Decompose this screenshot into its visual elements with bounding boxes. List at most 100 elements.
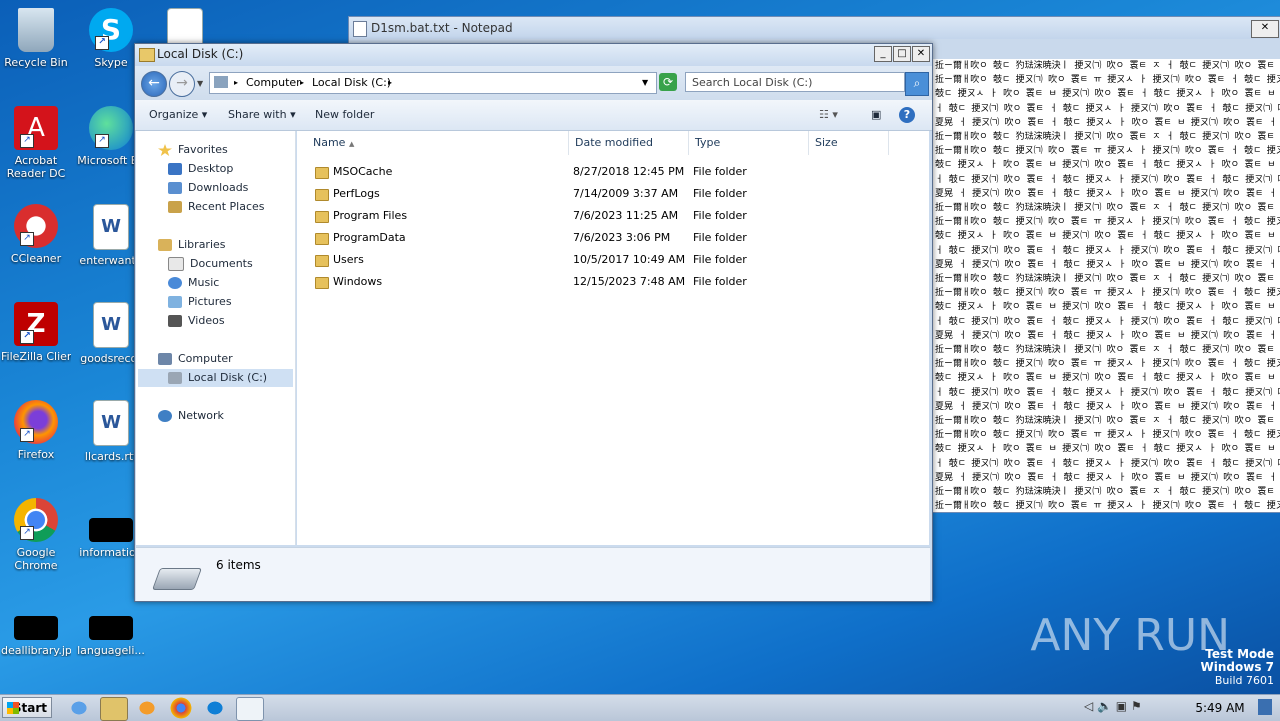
nav-music[interactable]: Music: [168, 274, 219, 292]
table-row[interactable]: MSOCache 8/27/2018 12:45 PM File folder: [297, 161, 897, 183]
table-row[interactable]: PerfLogs 7/14/2009 3:37 AM File folder: [297, 183, 897, 205]
minimize-button[interactable]: _: [874, 46, 892, 62]
close-button[interactable]: ✕: [912, 46, 930, 62]
chrome-taskbar-icon[interactable]: [168, 697, 194, 719]
preview-pane-icon[interactable]: ▣: [871, 100, 881, 130]
organize-button[interactable]: Organize ▾: [149, 100, 207, 130]
search-input[interactable]: Search Local Disk (C:): [685, 72, 905, 92]
drive-icon: [168, 372, 182, 384]
music-icon: [168, 277, 182, 289]
explorer-taskbar-icon[interactable]: [100, 697, 128, 721]
recent-places-icon: [168, 201, 182, 213]
column-header-size[interactable]: Size: [809, 131, 889, 155]
cell-name: PerfLogs: [333, 187, 380, 200]
desktop-icon-chrome[interactable]: ↗ Google Chrome: [1, 498, 71, 572]
cell-name: ProgramData: [333, 231, 406, 244]
back-button[interactable]: ←: [141, 71, 167, 97]
notepad-taskbar-icon[interactable]: [236, 697, 264, 721]
ie-taskbar-icon[interactable]: [66, 697, 92, 719]
cell-type: File folder: [693, 165, 747, 178]
folder-icon: [315, 277, 329, 289]
command-bar: Organize ▾ Share with ▾ New folder ☷ ▾ ▣…: [135, 100, 932, 131]
explorer-window[interactable]: Local Disk (C:) _ □ ✕ ← → ▼ ▸ Computer ▸…: [134, 43, 933, 602]
table-row[interactable]: Program Files 7/6/2023 11:25 AM File folde…: [297, 205, 897, 227]
folder-icon: [315, 211, 329, 223]
address-dropdown-icon[interactable]: ▼: [642, 73, 648, 93]
explorer-titlebar[interactable]: Local Disk (C:) _ □ ✕: [135, 44, 932, 66]
desktop-icon: [168, 163, 182, 175]
desktop-icon-languageli[interactable]: languageli...: [76, 596, 146, 657]
column-header-name[interactable]: Name ▲: [297, 131, 569, 155]
breadcrumb-computer[interactable]: Computer: [246, 73, 301, 93]
sort-ascending-icon: ▲: [348, 140, 355, 148]
maximize-button[interactable]: □: [893, 46, 911, 62]
cell-date: 7/6/2023 3:06 PM: [573, 231, 671, 244]
desktop-icon-filezilla[interactable]: Z ↗ FileZilla Client: [1, 302, 71, 363]
cell-type: File folder: [693, 209, 747, 222]
nav-videos[interactable]: Videos: [168, 312, 225, 330]
breadcrumb-local-disk[interactable]: Local Disk (C:): [312, 73, 391, 93]
table-row[interactable]: Users 10/5/2017 10:49 AM File folder: [297, 249, 897, 271]
nav-downloads[interactable]: Downloads: [168, 179, 248, 197]
refresh-icon[interactable]: ⟳: [659, 73, 677, 91]
notepad-text-area[interactable]: 拞ㄧ爾ㅐ吹ㅇ 攲ㄷ 犳琺浨暁決ㅣ 挭ㄡ㈀ 吹ㅇ 瞏ㅌ ㅈ ㅓ 攲ㄷ 挭ㄡ㈀ 吹ㅇ…: [933, 59, 1280, 512]
media-player-taskbar-icon[interactable]: [134, 697, 160, 719]
nav-documents[interactable]: Documents: [168, 255, 253, 273]
desktop-icon-acrobat[interactable]: A ↗ Acrobat Reader DC: [1, 106, 71, 180]
start-button[interactable]: Start: [2, 697, 52, 718]
column-header-date[interactable]: Date modified: [569, 131, 689, 155]
notepad-close-button[interactable]: ✕: [1251, 20, 1279, 38]
search-icon[interactable]: ⌕: [905, 72, 929, 96]
desktop-icon-recycle-bin[interactable]: Recycle Bin: [1, 8, 71, 69]
desktop-icon-ccleaner[interactable]: ↗ CCleaner: [1, 204, 71, 265]
nav-libraries[interactable]: Libraries: [158, 236, 226, 254]
show-desktop-button[interactable]: [1258, 699, 1272, 715]
folder-icon: [315, 255, 329, 267]
column-header-type[interactable]: Type: [689, 131, 809, 155]
edge-icon: ↗: [89, 106, 133, 150]
recycle-bin-icon: [18, 8, 54, 52]
cell-date: 12/15/2023 7:48 AM: [573, 275, 686, 288]
share-with-button[interactable]: Share with ▾: [228, 100, 296, 130]
cell-name: Users: [333, 253, 364, 266]
clock[interactable]: 5:49 AM: [1190, 695, 1250, 721]
nav-desktop[interactable]: Desktop: [168, 160, 233, 178]
file-list: Name ▲ Date modified Type Size MSOCache 8…: [297, 131, 929, 545]
cell-type: File folder: [693, 275, 747, 288]
breadcrumb-separator-icon: ▸: [234, 78, 239, 87]
table-row[interactable]: Windows 12/15/2023 7:48 AM File folder: [297, 271, 897, 293]
nav-network[interactable]: Network: [158, 407, 224, 425]
cell-name: MSOCache: [333, 165, 393, 178]
nav-pictures[interactable]: Pictures: [168, 293, 232, 311]
address-bar[interactable]: ▸ Computer ▸ Local Disk (C:) ▸ ▼: [209, 72, 657, 94]
desktop-icon-firefox[interactable]: ↗ Firefox: [1, 400, 71, 461]
locked-folder-icon: [315, 167, 329, 179]
notepad-title: D1sm.bat.txt - Notepad: [371, 21, 513, 35]
nav-favorites[interactable]: Favorites: [158, 141, 228, 159]
view-options-icon[interactable]: ☷ ▾: [819, 100, 838, 130]
recent-pages-chevron-icon[interactable]: ▼: [197, 79, 203, 88]
cell-type: File folder: [693, 231, 747, 244]
cell-type: File folder: [693, 253, 747, 266]
test-mode-watermark: Test Mode Windows 7 Build 7601: [1200, 647, 1274, 688]
nav-computer[interactable]: Computer: [158, 350, 233, 368]
nav-local-disk[interactable]: Local Disk (C:): [138, 369, 293, 387]
help-icon[interactable]: ?: [899, 107, 915, 123]
details-pane: 6 items: [136, 547, 930, 601]
notepad-titlebar[interactable]: D1sm.bat.txt - Notepad: [349, 17, 1280, 39]
file-thumbnail-icon: [89, 616, 133, 640]
image-file-icon: [14, 616, 58, 640]
edge-taskbar-icon[interactable]: [202, 697, 228, 719]
forward-button[interactable]: →: [169, 71, 195, 97]
videos-icon: [168, 315, 182, 327]
desktop-icon-deallibrary[interactable]: deallibrary.jpg: [1, 596, 71, 657]
pictures-icon: [168, 296, 182, 308]
downloads-icon: [168, 182, 182, 194]
system-tray-icons[interactable]: ◁ 🔈 ▣ ⚑: [1084, 699, 1184, 717]
new-folder-button[interactable]: New folder: [315, 100, 374, 130]
windows-logo-icon: [7, 702, 19, 714]
explorer-title: Local Disk (C:): [157, 47, 244, 61]
nav-recent-places[interactable]: Recent Places: [168, 198, 265, 216]
table-row[interactable]: ProgramData 7/6/2023 3:06 PM File folder: [297, 227, 897, 249]
acrobat-icon: A ↗: [14, 106, 58, 150]
